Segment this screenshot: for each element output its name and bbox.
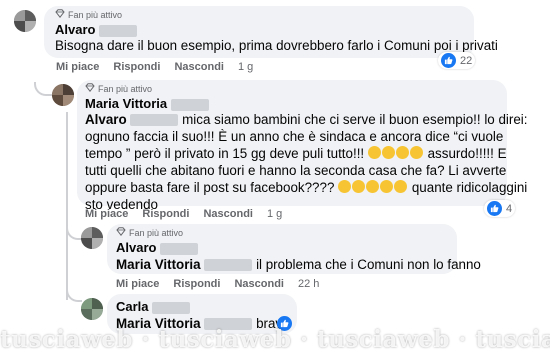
badge-label: Fan più attivo <box>68 9 123 20</box>
mention-link[interactable]: Alvaro <box>85 112 127 127</box>
timestamp[interactable]: 22 h <box>298 278 319 290</box>
reply-button[interactable]: Rispondi <box>113 61 160 73</box>
mention-link[interactable]: Maria Vittoria <box>116 257 201 272</box>
comment-author[interactable]: Alvaro <box>116 240 199 255</box>
timestamp[interactable]: 1 g <box>238 61 253 73</box>
comment-text: Bisogna dare il buon esempio, prima dovr… <box>55 38 498 53</box>
top-fan-badge: Fan più attivo <box>116 227 183 238</box>
laughing-emoji-icon <box>338 180 408 195</box>
thread-line <box>34 82 54 96</box>
comment-text: Alvaro mica siamo bambini che ci serve i… <box>85 112 528 127</box>
hide-button[interactable]: Nascondi <box>234 278 284 290</box>
comment-actions: Mi piace Rispondi Nascondi 1 g <box>56 61 253 73</box>
avatar[interactable] <box>81 298 103 320</box>
comment-actions: Mi piace Rispondi Nascondi 22 h <box>116 278 319 290</box>
avatar[interactable] <box>52 84 74 106</box>
comment-text-line: ognuno faccia il suo!!! È un anno che è … <box>85 129 504 144</box>
hide-button[interactable]: Nascondi <box>174 61 224 73</box>
reply-button[interactable]: Rispondi <box>173 278 220 290</box>
reaction-count[interactable]: 22 <box>438 52 476 69</box>
comment-author[interactable]: Alvaro <box>55 22 138 37</box>
like-thumb-icon <box>441 53 456 68</box>
thread-line <box>66 286 82 302</box>
comment-text-line: oppure basta fare il post su facebook???… <box>85 180 528 195</box>
avatar[interactable] <box>14 10 36 32</box>
like-button[interactable]: Mi piace <box>116 278 159 290</box>
like-button[interactable]: Mi piace <box>85 208 128 220</box>
like-button[interactable]: Mi piace <box>56 61 99 73</box>
reaction-count[interactable]: 4 <box>484 200 516 217</box>
badge-label: Fan più attivo <box>129 227 184 238</box>
comment-text-line: tutti quelli che abitano fuori e hanno l… <box>85 163 507 178</box>
like-thumb-icon <box>487 201 502 216</box>
watermark: tusciaweb · tusciaweb · tusciaweb · tusc… <box>0 326 550 353</box>
comment-text-line: tempo ” però il privato in 15 gg deve pu… <box>85 146 507 161</box>
diamond-badge-icon <box>116 227 126 238</box>
top-fan-badge: Fan più attivo <box>55 9 122 20</box>
comment-author[interactable]: Maria Vittoria <box>85 96 209 111</box>
avatar[interactable] <box>81 227 103 249</box>
comment-actions: Mi piace Rispondi Nascondi 1 g <box>85 208 282 220</box>
hide-button[interactable]: Nascondi <box>203 208 253 220</box>
laughing-emoji-icon <box>367 146 424 161</box>
reply-button[interactable]: Rispondi <box>142 208 189 220</box>
thread-line <box>66 216 82 240</box>
comment-text: Maria Vittoria il problema che i Comuni … <box>116 257 481 272</box>
thread-line <box>66 112 68 300</box>
comment-author[interactable]: Carla <box>116 299 191 314</box>
badge-label: Fan più attivo <box>98 83 153 94</box>
diamond-badge-icon <box>85 83 95 94</box>
top-fan-badge: Fan più attivo <box>85 83 152 94</box>
diamond-badge-icon <box>55 9 65 20</box>
timestamp[interactable]: 1 g <box>267 208 282 220</box>
